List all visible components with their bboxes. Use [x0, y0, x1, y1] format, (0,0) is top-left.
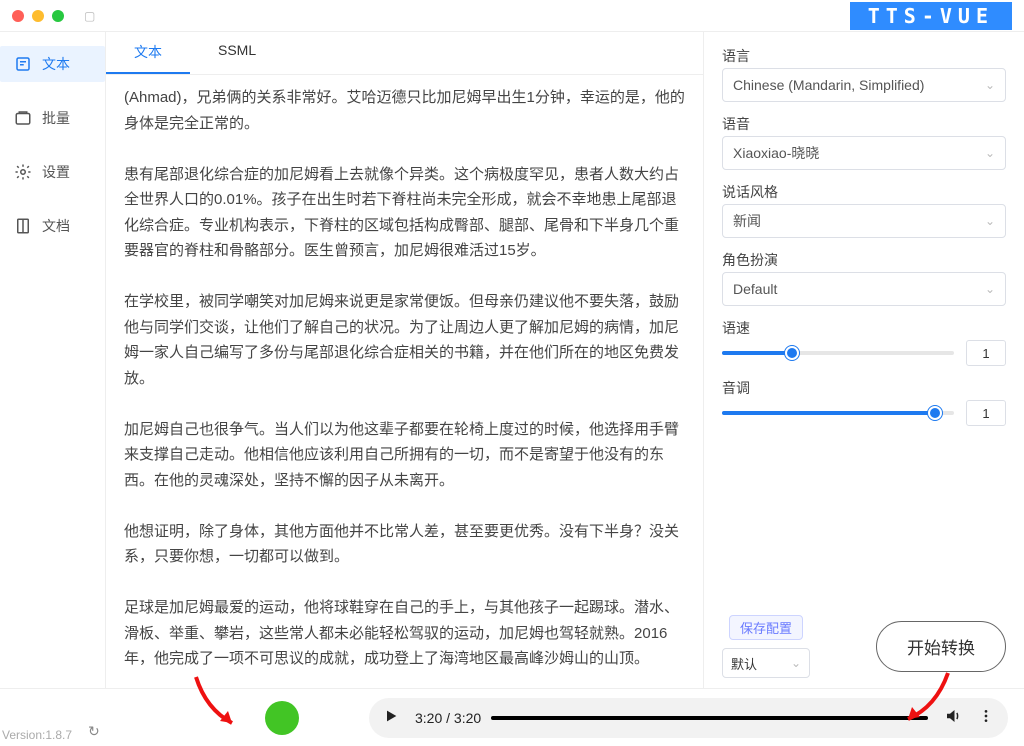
- chevron-down-icon: ⌄: [985, 282, 995, 296]
- sidebar: 文本 批量 设置 文档: [0, 32, 106, 688]
- window-close-dot[interactable]: [12, 10, 24, 22]
- refresh-icon[interactable]: ↻: [88, 723, 100, 740]
- chevron-down-icon: ⌄: [985, 214, 995, 228]
- text-editor[interactable]: (Ahmad)，兄弟俩的关系非常好。艾哈迈德只比加尼姆早出生1分钟，幸运的是，他…: [106, 75, 703, 688]
- style-value: 新闻: [733, 211, 761, 231]
- sidebar-label: 文本: [42, 54, 70, 74]
- pitch-label: 音调: [722, 378, 1006, 398]
- start-convert-button[interactable]: 开始转换: [876, 621, 1006, 672]
- window-icon: ▢: [84, 9, 95, 23]
- sidebar-item-batch[interactable]: 批量: [0, 100, 105, 136]
- language-value: Chinese (Mandarin, Simplified): [733, 77, 924, 93]
- pitch-value[interactable]: 1: [966, 400, 1006, 426]
- batch-icon: [14, 109, 32, 127]
- player-time: 3:20 / 3:20: [415, 710, 481, 726]
- volume-icon[interactable]: [944, 707, 962, 728]
- app-brand: TTS-VUE: [850, 2, 1012, 30]
- sidebar-item-settings[interactable]: 设置: [0, 154, 105, 190]
- settings-panel: 语言 Chinese (Mandarin, Simplified) ⌄ 语音 X…: [704, 32, 1024, 688]
- role-label: 角色扮演: [722, 250, 1006, 270]
- voice-label: 语音: [722, 114, 1006, 134]
- version-label: Version:1.8.7: [2, 728, 72, 742]
- chevron-down-icon: ⌄: [985, 78, 995, 92]
- sidebar-label: 文档: [42, 216, 70, 236]
- chevron-down-icon: ⌄: [985, 146, 995, 160]
- language-select[interactable]: Chinese (Mandarin, Simplified) ⌄: [722, 68, 1006, 102]
- editor-tabs: 文本 SSML: [106, 32, 703, 75]
- tab-text[interactable]: 文本: [106, 32, 190, 74]
- sidebar-label: 设置: [42, 162, 70, 182]
- speed-slider[interactable]: [722, 351, 954, 355]
- language-label: 语言: [722, 46, 1006, 66]
- doc-icon: [14, 217, 32, 235]
- voice-value: Xiaoxiao-晓晓: [733, 143, 819, 163]
- sidebar-label: 批量: [42, 108, 70, 128]
- pitch-slider[interactable]: [722, 411, 954, 415]
- role-value: Default: [733, 281, 777, 297]
- speed-value[interactable]: 1: [966, 340, 1006, 366]
- voice-select[interactable]: Xiaoxiao-晓晓 ⌄: [722, 136, 1006, 170]
- window-zoom-dot[interactable]: [52, 10, 64, 22]
- audio-player: 3:20 / 3:20: [369, 698, 1008, 738]
- style-label: 说话风格: [722, 182, 1006, 202]
- speed-label: 语速: [722, 318, 1006, 338]
- play-icon[interactable]: [383, 708, 399, 727]
- preset-select[interactable]: 默认 ⌄: [722, 648, 810, 678]
- chevron-down-icon: ⌄: [791, 656, 801, 670]
- preset-value: 默认: [731, 654, 757, 673]
- download-button[interactable]: [265, 701, 299, 735]
- sidebar-item-docs[interactable]: 文档: [0, 208, 105, 244]
- gear-icon: [14, 163, 32, 181]
- sidebar-item-text[interactable]: 文本: [0, 46, 105, 82]
- progress-bar[interactable]: [491, 716, 928, 720]
- style-select[interactable]: 新闻 ⌄: [722, 204, 1006, 238]
- tab-ssml[interactable]: SSML: [190, 32, 284, 74]
- save-preset-button[interactable]: 保存配置: [729, 615, 803, 640]
- player-bar: 3:20 / 3:20: [0, 688, 1024, 746]
- role-select[interactable]: Default ⌄: [722, 272, 1006, 306]
- window-minimize-dot[interactable]: [32, 10, 44, 22]
- kebab-menu-icon[interactable]: [978, 708, 994, 727]
- text-icon: [14, 55, 32, 73]
